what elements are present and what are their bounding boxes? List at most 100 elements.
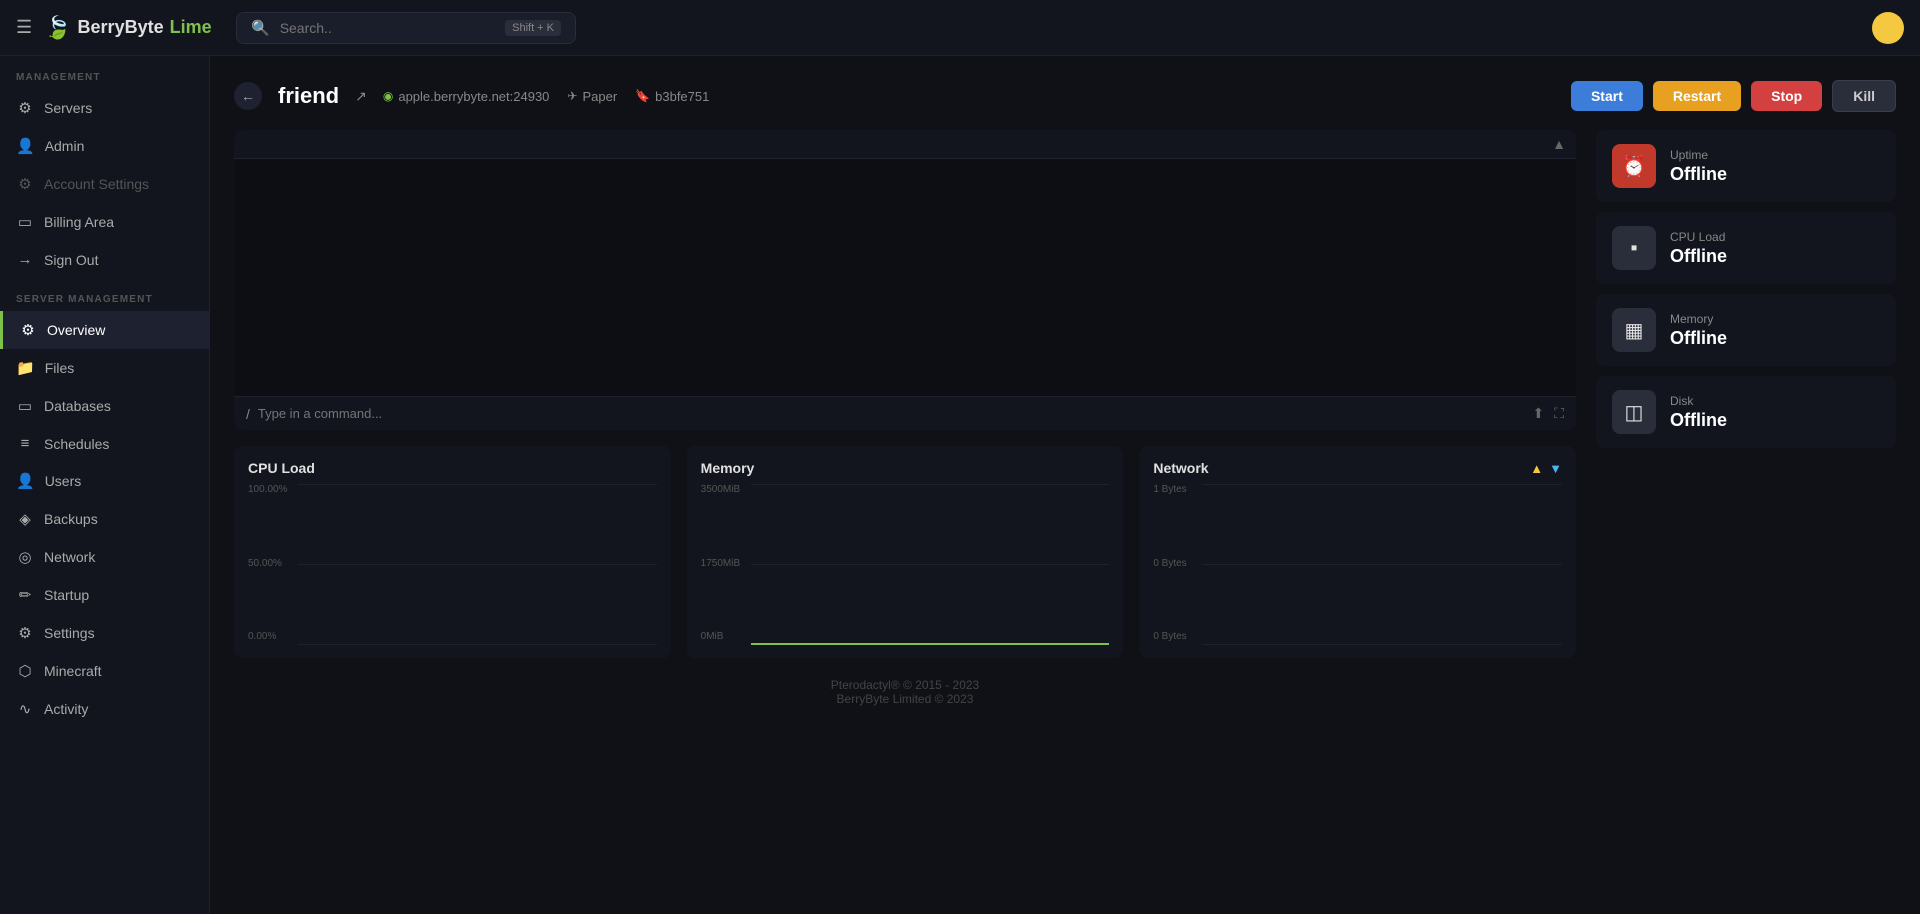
- stat-cpu-label: CPU Load: [1670, 230, 1880, 244]
- sidebar-item-files[interactable]: 📁 Files: [0, 349, 209, 387]
- network-upload-icon: ▲: [1530, 461, 1543, 476]
- overview-icon: ⚙: [19, 321, 37, 339]
- topbar-right: [1872, 12, 1904, 44]
- stat-memory-label: Memory: [1670, 312, 1880, 326]
- sidebar-item-admin[interactable]: 👤 Admin: [0, 127, 209, 165]
- footer-line2: BerryByte Limited © 2023: [234, 692, 1576, 706]
- stat-disk-label: Disk: [1670, 394, 1880, 408]
- stat-disk-value: Offline: [1670, 410, 1880, 431]
- kill-button[interactable]: Kill: [1832, 80, 1896, 112]
- chart-network-title: Network ▲ ▼: [1153, 460, 1562, 476]
- chart-grid-line-mid: [298, 564, 657, 565]
- sidebar-item-account-settings[interactable]: ⚙ Account Settings: [0, 165, 209, 203]
- sidebar-item-users[interactable]: 👤 Users: [0, 462, 209, 500]
- sidebar-item-label-account-settings: Account Settings: [44, 176, 149, 192]
- search-input[interactable]: [280, 20, 495, 36]
- server-header: ← friend ↗ ◉ apple.berrybyte.net:24930 ✈…: [234, 80, 1896, 112]
- footer-line1: Pterodactyl® © 2015 - 2023: [234, 678, 1576, 692]
- start-button[interactable]: Start: [1571, 81, 1643, 111]
- sidebar-item-label-sign-out: Sign Out: [44, 252, 98, 268]
- chart-network-labels: 1 Bytes 0 Bytes 0 Bytes: [1153, 484, 1186, 644]
- sidebar-item-activity[interactable]: ∿ Activity: [0, 690, 209, 728]
- disk-icon-box: ◫: [1612, 390, 1656, 434]
- paper-icon: ✈: [567, 89, 577, 103]
- chart-grid-line-top: [298, 484, 657, 485]
- avatar[interactable]: [1872, 12, 1904, 44]
- sidebar-item-sign-out[interactable]: → Sign Out: [0, 241, 209, 278]
- console-panel: ▲ / ⬆ ⛶: [234, 130, 1576, 430]
- console-input[interactable]: [258, 406, 1525, 421]
- sidebar-item-databases[interactable]: ▭ Databases: [0, 387, 209, 425]
- network-download-icon: ▼: [1549, 461, 1562, 476]
- sidebar-item-label-schedules: Schedules: [44, 436, 109, 452]
- console-fullscreen-icon[interactable]: ⛶: [1554, 405, 1564, 422]
- network-icons: ▲ ▼: [1530, 461, 1562, 476]
- logo-name-lime: Lime: [170, 17, 212, 38]
- logo: 🍃 BerryByte Lime: [44, 15, 211, 41]
- sidebar-item-schedules[interactable]: ≡ Schedules: [0, 425, 209, 462]
- chart-memory-labels: 3500MiB 1750MiB 0MiB: [701, 484, 740, 644]
- hamburger-icon[interactable]: ☰: [16, 17, 32, 38]
- network-icon: ◎: [16, 548, 34, 566]
- server-actions: Start Restart Stop Kill: [1571, 80, 1896, 112]
- admin-icon: 👤: [16, 137, 35, 155]
- logo-name-berry: BerryByte: [78, 17, 164, 38]
- console-slash: /: [246, 406, 250, 422]
- stop-button[interactable]: Stop: [1751, 81, 1822, 111]
- sidebar-item-settings[interactable]: ⚙ Settings: [0, 614, 209, 652]
- search-icon: 🔍: [251, 19, 270, 37]
- sidebar-item-label-minecraft: Minecraft: [44, 663, 102, 679]
- chart-network-area: 1 Bytes 0 Bytes 0 Bytes: [1153, 484, 1562, 644]
- stat-uptime-value: Offline: [1670, 164, 1880, 185]
- sidebar-item-label-startup: Startup: [44, 587, 89, 603]
- main-content: ← friend ↗ ◉ apple.berrybyte.net:24930 ✈…: [210, 56, 1920, 914]
- stat-memory-value: Offline: [1670, 328, 1880, 349]
- stat-uptime-info: Uptime Offline: [1670, 148, 1880, 185]
- stat-cpu-load: ▪ CPU Load Offline: [1596, 212, 1896, 284]
- search-bar[interactable]: 🔍 Shift + K: [236, 12, 576, 44]
- left-panel: ▲ / ⬆ ⛶ CPU Load: [234, 130, 1576, 718]
- chart-grid-line-top: [751, 484, 1110, 485]
- chart-cpu-title: CPU Load: [248, 460, 657, 476]
- chart-grid-line-bottom: [751, 644, 1110, 645]
- sidebar-item-minecraft[interactable]: ⬡ Minecraft: [0, 652, 209, 690]
- console-toolbar: ▲: [234, 130, 1576, 159]
- servers-icon: ⚙: [16, 99, 34, 117]
- server-name: friend: [278, 83, 339, 109]
- sidebar-item-label-files: Files: [45, 360, 75, 376]
- sidebar-item-label-servers: Servers: [44, 100, 92, 116]
- sidebar-item-backups[interactable]: ◈ Backups: [0, 500, 209, 538]
- charts-row: CPU Load 100.00% 50.00% 0.00%: [234, 446, 1576, 658]
- signal-icon: ◉: [383, 89, 393, 103]
- console-body: [234, 159, 1576, 396]
- footer: Pterodactyl® © 2015 - 2023 BerryByte Lim…: [234, 658, 1576, 718]
- sidebar-item-label-admin: Admin: [45, 138, 85, 154]
- console-upload-icon[interactable]: ⬆: [1532, 405, 1544, 422]
- stat-memory-info: Memory Offline: [1670, 312, 1880, 349]
- memory-baseline: [751, 643, 1110, 645]
- chart-grid-line-bottom: [1203, 644, 1562, 645]
- server-meta: ◉ apple.berrybyte.net:24930 ✈ Paper 🔖 b3…: [383, 89, 1555, 104]
- settings-icon: ⚙: [16, 624, 34, 642]
- external-link-icon[interactable]: ↗: [355, 88, 367, 105]
- console-collapse-icon[interactable]: ▲: [1552, 136, 1566, 152]
- content-grid: ▲ / ⬆ ⛶ CPU Load: [234, 130, 1896, 718]
- stat-memory: ▦ Memory Offline: [1596, 294, 1896, 366]
- restart-button[interactable]: Restart: [1653, 81, 1741, 111]
- disk-icon: ◫: [1625, 400, 1644, 425]
- sidebar-item-label-network: Network: [44, 549, 95, 565]
- sidebar-item-servers[interactable]: ⚙ Servers: [0, 89, 209, 127]
- server-host: ◉ apple.berrybyte.net:24930: [383, 89, 550, 104]
- chart-memory-area: 3500MiB 1750MiB 0MiB: [701, 484, 1110, 644]
- sidebar-item-billing-area[interactable]: ▭ Billing Area: [0, 203, 209, 241]
- account-settings-icon: ⚙: [16, 175, 34, 193]
- sidebar-item-network[interactable]: ◎ Network: [0, 538, 209, 576]
- sidebar-item-overview[interactable]: ⚙ Overview: [0, 311, 209, 349]
- chart-cpu-labels: 100.00% 50.00% 0.00%: [248, 484, 287, 644]
- files-icon: 📁: [16, 359, 35, 377]
- sidebar-item-startup[interactable]: ✏ Startup: [0, 576, 209, 614]
- cpu-icon: ▪: [1630, 237, 1637, 260]
- sign-out-icon: →: [16, 251, 34, 268]
- back-button[interactable]: ←: [234, 82, 262, 110]
- users-icon: 👤: [16, 472, 35, 490]
